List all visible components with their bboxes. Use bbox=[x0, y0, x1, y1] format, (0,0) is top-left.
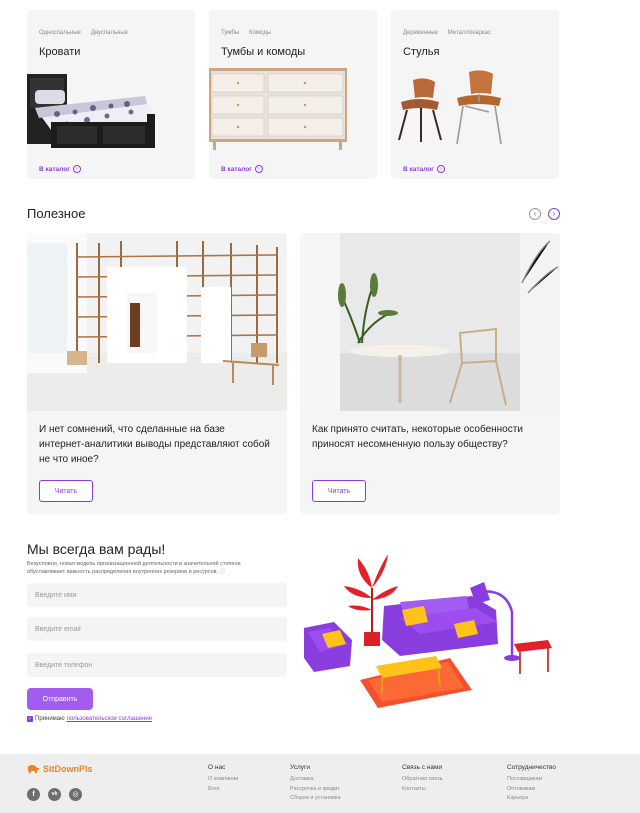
instagram-icon[interactable]: ◎ bbox=[69, 788, 82, 801]
logo[interactable]: SitDownPls bbox=[27, 764, 93, 774]
chairs-image bbox=[398, 70, 502, 145]
useful-section-title: Полезное bbox=[27, 206, 86, 221]
submit-button[interactable]: Отправить bbox=[27, 688, 93, 710]
phone-input[interactable] bbox=[27, 653, 287, 677]
category-card-beds[interactable]: Односпальные Двуспальные Кровати В катал… bbox=[27, 10, 195, 179]
catalog-link-label: В каталог bbox=[39, 165, 70, 173]
form-subtitle: Безусловно, новая модель организационной… bbox=[27, 560, 277, 576]
tag-nightstands[interactable]: Тумбы bbox=[221, 30, 239, 36]
category-tags: Деревянные Металлокаркас bbox=[403, 30, 491, 36]
form-subtitle-text: Безусловно, новая модель организационной… bbox=[27, 561, 241, 575]
article-text: И нет сомнений, что сделанные на базе ин… bbox=[39, 424, 270, 465]
tag-wooden[interactable]: Деревянные bbox=[403, 30, 438, 36]
footer-link[interactable]: Контакты bbox=[402, 785, 443, 795]
form-title: Мы всегда вам рады! bbox=[27, 541, 166, 557]
category-tags: Односпальные Двуспальные bbox=[39, 30, 128, 36]
arrow-right-icon: › bbox=[254, 165, 263, 173]
catalog-link[interactable]: В каталог › bbox=[39, 165, 81, 173]
name-input[interactable] bbox=[27, 583, 287, 607]
footer-column-partnership: Сотрудничество Поставщикам Оптовикам Кар… bbox=[507, 764, 556, 804]
arrow-right-icon: › bbox=[72, 165, 81, 173]
interior-chairs-photo bbox=[300, 233, 560, 411]
category-title: Тумбы и комоды bbox=[221, 46, 306, 58]
footer-link[interactable]: О компании bbox=[208, 775, 238, 785]
catalog-link-label: В каталог bbox=[403, 165, 434, 173]
article-card[interactable]: Как принято считать, некоторые особеннос… bbox=[300, 233, 560, 514]
tag-metal-frame[interactable]: Металлокаркас bbox=[448, 30, 491, 36]
footer-column-title: Сотрудничество bbox=[507, 764, 556, 771]
article-card[interactable]: И нет сомнений, что сделанные на базе ин… bbox=[27, 233, 287, 514]
category-title: Стулья bbox=[403, 46, 440, 58]
consent-row: ✓ Принимаю пользовательское соглашение bbox=[27, 716, 152, 722]
elephant-logo-icon bbox=[27, 765, 39, 773]
vk-icon[interactable]: vk bbox=[48, 788, 61, 801]
read-button[interactable]: Читать bbox=[39, 480, 93, 502]
logo-text: SitDownPls bbox=[43, 764, 93, 774]
footer-column-about: О нас О компании Блог bbox=[208, 764, 238, 794]
category-title: Кровати bbox=[39, 46, 81, 58]
tag-dressers[interactable]: Комоды bbox=[249, 30, 271, 36]
footer-link[interactable]: Блог bbox=[208, 785, 238, 795]
read-button[interactable]: Читать bbox=[312, 480, 366, 502]
category-tags: Тумбы Комоды bbox=[221, 30, 271, 36]
footer-link[interactable]: Обратная связь bbox=[402, 775, 443, 785]
footer-link[interactable]: Доставка bbox=[290, 775, 341, 785]
info-icon: ⓘ bbox=[219, 569, 226, 575]
chevron-left-icon[interactable]: ‹ bbox=[529, 208, 541, 220]
footer-column-contact: Связь с нами Обратная связь Контакты bbox=[402, 764, 443, 794]
footer-link[interactable]: Поставщикам bbox=[507, 775, 556, 785]
footer-column-title: О нас bbox=[208, 764, 226, 771]
catalog-link[interactable]: В каталог › bbox=[403, 165, 445, 173]
consent-label: Принимаю bbox=[35, 716, 65, 722]
footer-column-title: Услуги bbox=[290, 764, 310, 771]
footer-link[interactable]: Карьера bbox=[507, 794, 556, 804]
facebook-icon[interactable]: f bbox=[27, 788, 40, 801]
catalog-link[interactable]: В каталог › bbox=[221, 165, 263, 173]
article-text: Как принято считать, некоторые особеннос… bbox=[312, 424, 523, 450]
tag-single[interactable]: Односпальные bbox=[39, 30, 81, 36]
footer-link[interactable]: Оптовикам bbox=[507, 785, 556, 795]
interior-shelves-photo bbox=[27, 233, 287, 411]
bed-image bbox=[27, 74, 155, 148]
living-room-illustration bbox=[304, 554, 552, 708]
footer-link[interactable]: Рассрочка и кредит bbox=[290, 785, 341, 795]
catalog-link-label: В каталог bbox=[221, 165, 252, 173]
footer-column-services: Услуги Доставка Рассрочка и кредит Сборк… bbox=[290, 764, 341, 804]
category-card-chairs[interactable]: Деревянные Металлокаркас Стулья В катало… bbox=[391, 10, 559, 179]
agreement-link[interactable]: пользовательское соглашение bbox=[67, 716, 152, 722]
consent-checkbox[interactable]: ✓ bbox=[27, 716, 33, 722]
footer-column-title: Связь с нами bbox=[402, 764, 443, 771]
social-links: f vk ◎ bbox=[27, 788, 82, 801]
email-input[interactable] bbox=[27, 617, 287, 641]
tag-double[interactable]: Двуспальные bbox=[91, 30, 128, 36]
category-card-dressers[interactable]: Тумбы Комоды Тумбы и комоды В каталог › bbox=[209, 10, 377, 179]
dresser-image bbox=[209, 68, 347, 150]
footer-link[interactable]: Сборка и установка bbox=[290, 794, 341, 804]
chevron-right-icon[interactable]: › bbox=[548, 208, 560, 220]
arrow-right-icon: › bbox=[436, 165, 445, 173]
